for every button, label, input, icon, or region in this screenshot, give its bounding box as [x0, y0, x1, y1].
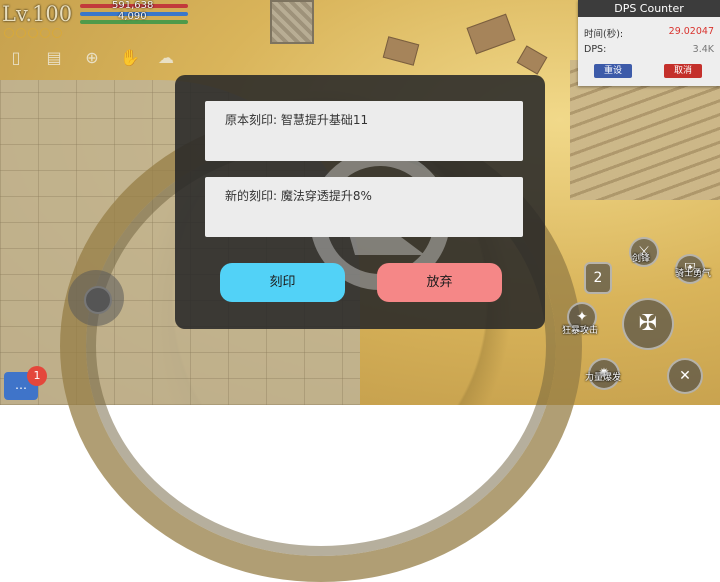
star-icon	[28, 28, 38, 38]
star-icon	[40, 28, 50, 38]
time-label: 时间(秒):	[584, 29, 624, 40]
globe-icon[interactable]: ⊕	[82, 48, 102, 68]
time-value: 29.02047	[668, 26, 714, 37]
movement-joystick[interactable]	[68, 270, 124, 326]
berserk-skill-label: 狂暴攻击	[562, 326, 599, 336]
dps-value: 3.4K	[692, 44, 714, 55]
power-burst-label: 力量爆发	[585, 373, 622, 383]
original-engraving-text: 原本刻印: 智慧提升基础11	[225, 113, 369, 127]
star-icon	[4, 28, 14, 38]
cancel-button[interactable]: 取消	[664, 64, 702, 78]
dps-row: DPS: 3.4K	[584, 44, 714, 55]
cloud-icon[interactable]: ☁	[156, 48, 176, 68]
engrave-button[interactable]: 刻印	[220, 263, 345, 302]
star-icon	[16, 28, 26, 38]
stone-pillar	[270, 0, 314, 44]
potion-count: 2	[593, 270, 603, 286]
player-level: Lv.100	[2, 2, 73, 26]
dps-counter-title: DPS Counter	[578, 0, 720, 17]
discard-button[interactable]: 放弃	[377, 263, 502, 302]
mp-text: 4,090	[118, 11, 147, 22]
sword-skill-label: 剑锋	[632, 254, 651, 264]
handshake-icon[interactable]: ✋	[120, 48, 140, 68]
dps-label: DPS:	[584, 44, 607, 55]
potion-slot[interactable]: 2	[584, 262, 612, 294]
hp-text: 591,638	[112, 0, 154, 11]
joystick-knob[interactable]	[84, 286, 112, 314]
dps-counter-panel: DPS Counter 时间(秒): 29.02047 DPS: 3.4K 重设…	[578, 0, 720, 86]
star-icon	[52, 28, 62, 38]
new-engraving: 新的刻印: 魔法穿透提升8%	[205, 177, 523, 237]
new-engraving-text: 新的刻印: 魔法穿透提升8%	[225, 189, 372, 203]
scroll-icon[interactable]: ▤	[44, 48, 64, 68]
reset-button[interactable]: 重设	[594, 64, 632, 78]
chat-badge: 1	[27, 366, 47, 386]
original-engraving: 原本刻印: 智慧提升基础11	[205, 101, 523, 161]
time-row: 时间(秒): 29.02047	[584, 26, 714, 40]
phone-icon[interactable]: ▯	[6, 48, 26, 68]
engraving-dialog: 原本刻印: 智慧提升基础11 新的刻印: 魔法穿透提升8% 刻印 放弃	[175, 75, 545, 329]
ultimate-skill-button[interactable]: ✕	[667, 358, 703, 394]
attack-button[interactable]: ✠	[622, 298, 674, 350]
chat-icon: …	[15, 378, 27, 392]
knight-courage-label: 骑士勇气	[675, 269, 712, 279]
